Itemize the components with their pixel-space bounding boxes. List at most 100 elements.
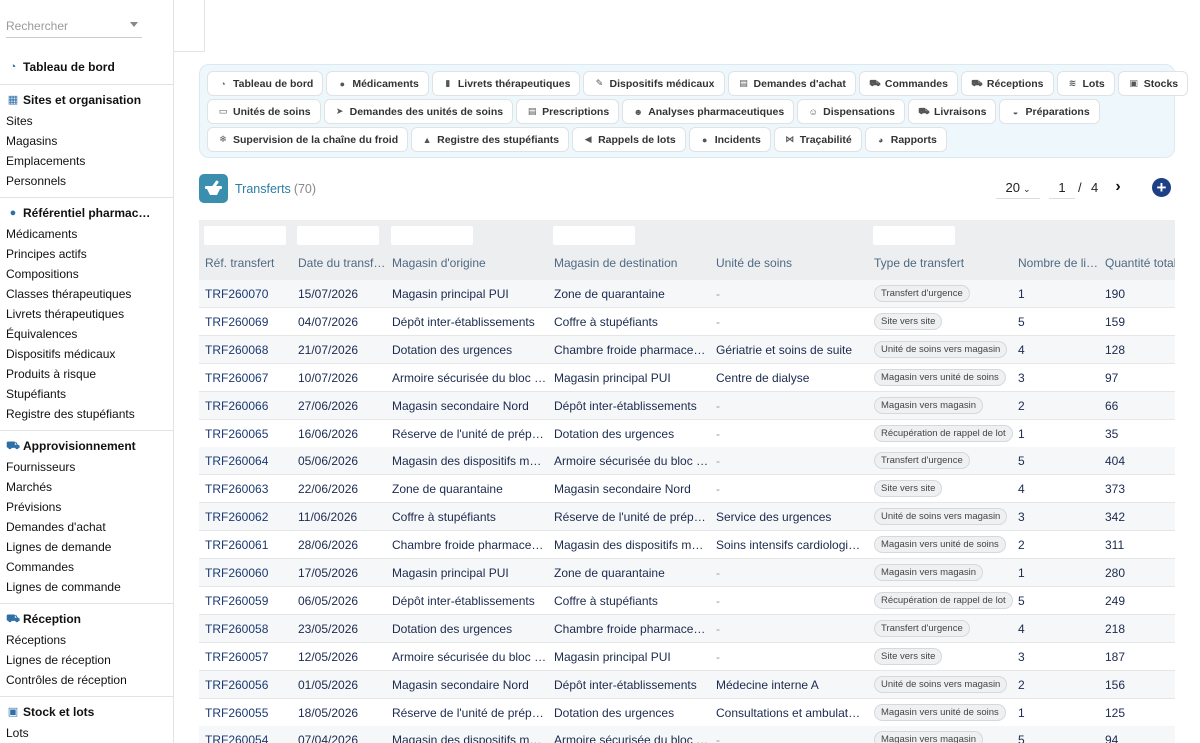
column-filter-input[interactable] [391,226,473,245]
table-row[interactable]: TRF260066 27/06/2026 Magasin secondaire No… [199,391,1175,420]
quicknav-receptions-button[interactable]: ⛟ Réceptions [960,71,1054,96]
quicknav-tracabilite-button[interactable]: ⋈ Traçabilité [773,127,862,152]
sidebar-item-compositions[interactable]: Compositions [0,264,173,284]
quicknav-registre-des-stupefiants-button[interactable]: ▲ Registre des stupéfiants [411,127,570,152]
table-row[interactable]: TRF260055 18/05/2026 Réserve de l'unité de… [199,699,1175,727]
column-header-magasin-de-destination[interactable]: Magasin de destination [554,256,709,270]
transfer-ref-link[interactable]: TRF260067 [205,371,295,385]
transfer-ref-link[interactable]: TRF260065 [205,427,295,441]
transfer-ref-link[interactable]: TRF260069 [205,315,295,329]
table-row[interactable]: TRF260056 01/05/2026 Magasin secondaire No… [199,670,1175,699]
sidebar-section-title[interactable]: ▦ Sites et organisation [0,89,173,111]
column-header-type-de-transfert[interactable]: Type de transfert [874,256,1014,270]
add-transfer-button[interactable]: + [1152,178,1171,197]
table-row[interactable]: TRF260068 21/07/2026 Dotation des urgences… [199,335,1175,364]
transfer-ref-link[interactable]: TRF260062 [205,510,295,524]
search-input[interactable] [6,14,126,38]
sidebar-item-lots[interactable]: Lots [0,723,173,743]
sidebar-item-previsions[interactable]: Prévisions [0,497,173,517]
column-header-magasin-d-origine[interactable]: Magasin d'origine [392,256,547,270]
sidebar-item-lignes-de-commande[interactable]: Lignes de commande [0,577,173,597]
table-row[interactable]: TRF260069 04/07/2026 Dépôt inter-établisse… [199,308,1175,336]
column-filter-input[interactable] [297,226,379,245]
quicknav-commandes-button[interactable]: ⛟ Commandes [858,71,958,96]
chevron-down-icon[interactable] [130,22,138,27]
quicknav-livrets-therapeutiques-button[interactable]: ▮ Livrets thérapeutiques [431,71,581,96]
transfer-ref-link[interactable]: TRF260064 [205,454,295,468]
column-filter-input[interactable] [204,226,286,245]
transfer-ref-link[interactable]: TRF260057 [205,650,295,664]
table-row[interactable]: TRF260067 10/07/2026 Armoire sécurisée du … [199,364,1175,392]
quicknav-stocks-button[interactable]: ▣ Stocks [1117,71,1189,96]
search-box[interactable] [6,14,142,38]
sidebar-item-lignes-de-reception[interactable]: Lignes de réception [0,650,173,670]
transfer-ref-link[interactable]: TRF260060 [205,566,295,580]
table-row[interactable]: TRF260060 17/05/2026 Magasin principal PUI… [199,559,1175,587]
quicknav-lots-button[interactable]: ≋ Lots [1056,71,1115,96]
column-header-date-du-transf[interactable]: Date du transf… [298,256,388,270]
sidebar-item-livrets-therapeutiques[interactable]: Livrets thérapeutiques [0,304,173,324]
sidebar-item-fournisseurs[interactable]: Fournisseurs [0,457,173,477]
quicknav-supervision-de-la-chaine-du-froid-button[interactable]: ❄ Supervision de la chaîne du froid [207,127,409,152]
column-header-quantite-totale[interactable]: Quantité totale [1105,256,1175,270]
sidebar-item-emplacements[interactable]: Emplacements [0,151,173,171]
sidebar-item-marches[interactable]: Marchés [0,477,173,497]
sidebar-item-registre-des-stupefiants[interactable]: Registre des stupéfiants [0,404,173,424]
quicknav-dispensations-button[interactable]: ☺ Dispensations [797,99,905,124]
quicknav-demandes-d-achat-button[interactable]: ▤ Demandes d'achat [727,71,856,96]
transfer-ref-link[interactable]: TRF260061 [205,538,295,552]
transfer-ref-link[interactable]: TRF260066 [205,399,295,413]
quicknav-rappels-de-lots-button[interactable]: ◀ Rappels de lots [572,127,686,152]
sidebar-item-classes-therapeutiques[interactable]: Classes thérapeutiques [0,284,173,304]
column-header-unite-de-soins[interactable]: Unité de soins [716,256,866,270]
column-filter-input[interactable] [873,226,955,245]
table-row[interactable]: TRF260059 06/05/2026 Dépôt inter-établisse… [199,587,1175,615]
sidebar-section-title[interactable]: ● Référentiel pharmac… [0,202,173,224]
sidebar-section-title[interactable]: ▣ Stock et lots [0,701,173,723]
table-row[interactable]: TRF260058 23/05/2026 Dotation des urgences… [199,614,1175,643]
table-row[interactable]: TRF260070 15/07/2026 Magasin principal PUI… [199,280,1175,308]
sidebar-item-equivalences[interactable]: Équivalences [0,324,173,344]
sidebar-item-commandes[interactable]: Commandes [0,557,173,577]
quicknav-rapports-button[interactable]: ◕ Rapports [864,127,947,152]
sidebar-item-produits-a-risque[interactable]: Produits à risque [0,364,173,384]
sidebar-item-dispositifs-medicaux[interactable]: Dispositifs médicaux [0,344,173,364]
table-row[interactable]: TRF260061 28/06/2026 Chambre froide pharma… [199,531,1175,560]
quicknav-livraisons-button[interactable]: ⛟ Livraisons [907,99,997,124]
transfer-ref-link[interactable]: TRF260063 [205,482,295,496]
column-header-ref-transfert[interactable]: Réf. transfert [205,256,295,270]
next-page-button[interactable]: › [1109,177,1127,199]
sidebar-item-stupefiants[interactable]: Stupéfiants [0,384,173,404]
quicknav-incidents-button[interactable]: ● Incidents [688,127,771,152]
transfer-ref-link[interactable]: TRF260059 [205,594,295,608]
sidebar-item-receptions[interactable]: Réceptions [0,630,173,650]
column-filter-input[interactable] [553,226,635,245]
sidebar-section-title[interactable]: ⛟ Approvisionnement [0,435,173,457]
sidebar-item-controles-de-reception[interactable]: Contrôles de réception [0,670,173,690]
sidebar-item-medicaments[interactable]: Médicaments [0,224,173,244]
sidebar-section-title[interactable]: ⛟ Réception [0,608,173,630]
column-header-nombre-de-li[interactable]: Nombre de li… [1018,256,1098,270]
page-number-input[interactable]: 1 [1049,177,1075,199]
sidebar-item-sites[interactable]: Sites [0,111,173,131]
quicknav-tableau-de-bord-button[interactable]: ◔ Tableau de bord [207,71,324,96]
transfer-ref-link[interactable]: TRF260070 [205,287,295,301]
table-row[interactable]: TRF260063 22/06/2026 Zone de quarantaine Ma… [199,475,1175,504]
sidebar-item-demandes-d-achat[interactable]: Demandes d'achat [0,517,173,537]
transfer-ref-link[interactable]: TRF260058 [205,622,295,636]
quicknav-preparations-button[interactable]: ◒ Préparations [999,99,1100,124]
table-row[interactable]: TRF260065 16/06/2026 Réserve de l'unité de… [199,420,1175,448]
transfer-ref-link[interactable]: TRF260056 [205,678,295,692]
sidebar-item-lignes-de-demande[interactable]: Lignes de demande [0,537,173,557]
sidebar-section-title[interactable]: ◔ Tableau de bord [0,56,173,78]
page-size-select[interactable]: 20 ⌄ [996,177,1040,199]
sidebar-item-magasins[interactable]: Magasins [0,131,173,151]
table-row[interactable]: TRF260062 11/06/2026 Coffre à stupéfiants R… [199,503,1175,532]
sidebar-item-personnels[interactable]: Personnels [0,171,173,191]
transfer-ref-link[interactable]: TRF260068 [205,343,295,357]
quicknav-dispositifs-medicaux-button[interactable]: ✎ Dispositifs médicaux [583,71,725,96]
table-row[interactable]: TRF260054 07/04/2026 Magasin des dispositi… [199,726,1175,743]
quicknav-prescriptions-button[interactable]: ▤ Prescriptions [516,99,620,124]
quicknav-demandes-des-unites-de-soins-button[interactable]: ➤ Demandes des unités de soins [323,99,514,124]
sidebar-item-principes-actifs[interactable]: Principes actifs [0,244,173,264]
